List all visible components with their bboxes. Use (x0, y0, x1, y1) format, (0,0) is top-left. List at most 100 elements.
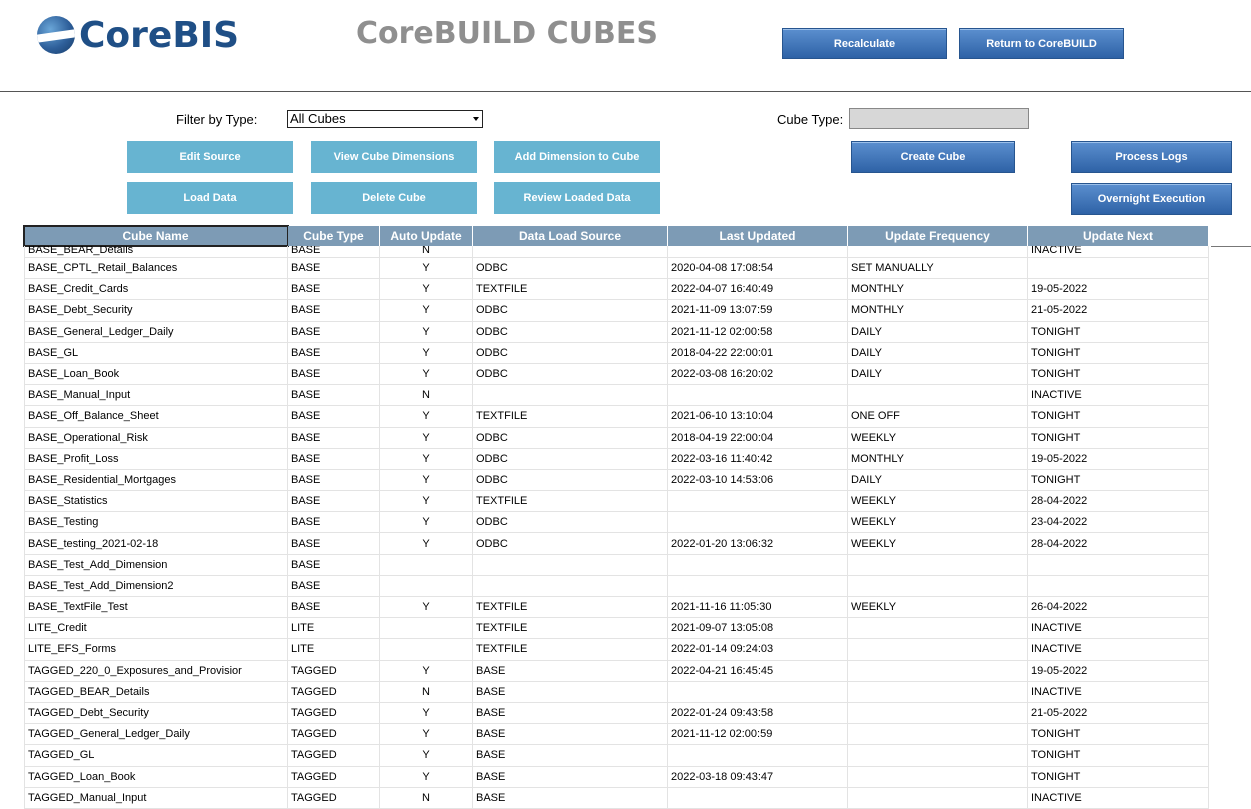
cell-auto-update: Y (380, 469, 473, 491)
cell-update-next: TONIGHT (1028, 766, 1209, 787)
delete-cube-button[interactable]: Delete Cube (311, 182, 477, 214)
add-dimension-button[interactable]: Add Dimension to Cube (494, 141, 660, 173)
logo-text: CoreBIS (79, 14, 240, 56)
cell-data-load-source: ODBC (473, 448, 668, 469)
cell-auto-update: Y (380, 512, 473, 533)
page-title: CoreBUILD CUBES (356, 16, 658, 51)
table-row[interactable]: BASE_Testing BASE Y ODBC WEEKLY 23-04-2022 (24, 512, 1209, 534)
table-row[interactable]: LITE_EFS_Forms LITE TEXTFILE 2022-01-14 09:… (24, 639, 1209, 661)
table-row[interactable]: TAGGED_Loan_Book TAGGED Y BASE 2022-03-18 09… (24, 766, 1209, 788)
cell-update-frequency: SET MANUALLY (848, 258, 1028, 279)
cell-cube-name: BASE_Debt_Security (24, 300, 288, 321)
cell-last-updated (668, 246, 848, 257)
table-row[interactable]: BASE_CPTL_Retail_Balances BASE Y ODBC 2020-0… (24, 258, 1209, 280)
table-row[interactable]: TAGGED_BEAR_Details TAGGED N BASE INACTIVE (24, 681, 1209, 703)
cell-update-next: INACTIVE (1028, 385, 1209, 406)
view-cube-dimensions-button[interactable]: View Cube Dimensions (311, 141, 477, 173)
table-row[interactable]: BASE_Test_Add_Dimension2 BASE (24, 575, 1209, 597)
table-row[interactable]: TAGGED_General_Ledger_Daily TAGGED Y BASE 20… (24, 724, 1209, 746)
column-header-update-frequency[interactable]: Update Frequency (848, 226, 1028, 246)
edit-source-button[interactable]: Edit Source (127, 141, 293, 173)
table-row[interactable]: BASE_Debt_Security BASE Y ODBC 2021-11-09 13… (24, 300, 1209, 322)
table-row[interactable]: BASE_Manual_Input BASE N INACTIVE (24, 385, 1209, 407)
cell-data-load-source: ODBC (473, 469, 668, 491)
table-row[interactable]: TAGGED_GL TAGGED Y BASE TONIGHT (24, 745, 1209, 767)
cell-cube-type: TAGGED (288, 724, 380, 745)
cell-auto-update: Y (380, 321, 473, 342)
column-header-update-next[interactable]: Update Next (1028, 226, 1209, 246)
create-cube-button[interactable]: Create Cube (851, 141, 1015, 173)
cell-last-updated: 2022-03-16 11:40:42 (668, 448, 848, 469)
cell-update-frequency (848, 639, 1028, 660)
column-header-last-updated[interactable]: Last Updated (668, 226, 848, 246)
review-loaded-data-button[interactable]: Review Loaded Data (494, 182, 660, 214)
table-row[interactable]: BASE_TextFile_Test BASE Y TEXTFILE 2021-11-1… (24, 597, 1209, 619)
cell-cube-type: BASE (288, 512, 380, 533)
cell-cube-name: BASE_Loan_Book (24, 363, 288, 385)
cell-data-load-source (473, 575, 668, 596)
cell-update-next: TONIGHT (1028, 321, 1209, 342)
cell-update-frequency: WEEKLY (848, 491, 1028, 512)
table-row[interactable]: BASE_Operational_Risk BASE Y ODBC 2018-04-19… (24, 427, 1209, 449)
filter-by-type-label: Filter by Type: (176, 112, 258, 127)
table-row[interactable]: TAGGED_Debt_Security TAGGED Y BASE 2022-01-2… (24, 702, 1209, 725)
table-row[interactable]: BASE_Profit_Loss BASE Y ODBC 2022-03-16 11:4… (24, 448, 1209, 470)
cell-cube-name: TAGGED_220_0_Exposures_and_Provisior (24, 660, 288, 681)
table-row[interactable]: TAGGED_220_0_Exposures_and_Provisior TAGG… (24, 660, 1209, 682)
table-row[interactable]: TAGGED_Manual_Input TAGGED N BASE INACTIVE (24, 787, 1209, 809)
cell-update-frequency: MONTHLY (848, 300, 1028, 321)
table-row[interactable]: BASE_Off_Balance_Sheet BASE Y TEXTFILE 2021-… (24, 406, 1209, 428)
column-header-cube-name[interactable]: Cube Name (23, 225, 289, 247)
recalculate-button[interactable]: Recalculate (782, 28, 947, 59)
column-header-data-load-source[interactable]: Data Load Source (473, 226, 668, 246)
cell-auto-update: Y (380, 406, 473, 427)
cell-cube-name: TAGGED_Manual_Input (24, 787, 288, 808)
load-data-button[interactable]: Load Data (127, 182, 293, 214)
table-row[interactable]: BASE_BEAR_Details BASE N INACTIVE (24, 246, 1209, 258)
table-row[interactable]: BASE_GL BASE Y ODBC 2018-04-22 22:00:01 DAILY… (24, 342, 1209, 364)
overnight-execution-button[interactable]: Overnight Execution (1071, 183, 1232, 215)
cell-update-next: TONIGHT (1028, 363, 1209, 385)
cell-update-frequency: DAILY (848, 321, 1028, 342)
table-row[interactable]: LITE_Credit LITE TEXTFILE 2021-09-07 13:05:… (24, 618, 1209, 640)
cell-data-load-source: TEXTFILE (473, 597, 668, 618)
return-to-corebuild-button[interactable]: Return to CoreBUILD (959, 28, 1124, 59)
table-row[interactable]: BASE_Statistics BASE Y TEXTFILE WEEKLY 28-04-… (24, 491, 1209, 513)
cell-cube-name: BASE_GL (24, 342, 288, 363)
cell-cube-name: BASE_testing_2021-02-18 (24, 533, 288, 554)
column-header-cube-type[interactable]: Cube Type (288, 226, 380, 246)
cell-cube-type: BASE (288, 448, 380, 469)
table-row[interactable]: BASE_General_Ledger_Daily BASE Y ODBC 2021-1… (24, 321, 1209, 343)
cell-update-next: INACTIVE (1028, 681, 1209, 702)
cell-last-updated: 2022-03-10 14:53:06 (668, 469, 848, 491)
cell-update-next: INACTIVE (1028, 618, 1209, 639)
cell-data-load-source: ODBC (473, 512, 668, 533)
cell-last-updated: 2021-11-12 02:00:58 (668, 321, 848, 342)
cell-auto-update: Y (380, 597, 473, 618)
table-row[interactable]: BASE_testing_2021-02-18 BASE Y ODBC 2022-01-… (24, 533, 1209, 555)
cell-last-updated (668, 385, 848, 406)
cell-cube-type: TAGGED (288, 745, 380, 766)
table-row[interactable]: BASE_Residential_Mortgages BASE Y ODBC 2022-… (24, 469, 1209, 492)
process-logs-button[interactable]: Process Logs (1071, 141, 1232, 173)
cell-data-load-source: ODBC (473, 300, 668, 321)
cell-last-updated (668, 554, 848, 575)
cell-update-next: INACTIVE (1028, 787, 1209, 808)
cell-auto-update: Y (380, 279, 473, 300)
cell-cube-type: BASE (288, 469, 380, 491)
cube-type-field[interactable] (849, 108, 1029, 129)
cell-cube-name: BASE_Residential_Mortgages (24, 469, 288, 491)
cell-update-next: TONIGHT (1028, 342, 1209, 363)
filter-by-type-select[interactable]: All Cubes (287, 110, 483, 128)
cell-cube-type: BASE (288, 279, 380, 300)
cell-cube-name: BASE_Operational_Risk (24, 427, 288, 448)
cell-data-load-source: ODBC (473, 427, 668, 448)
column-header-auto-update[interactable]: Auto Update (380, 226, 473, 246)
table-row[interactable]: BASE_Credit_Cards BASE Y TEXTFILE 2022-04-07… (24, 279, 1209, 301)
table-row[interactable]: BASE_Loan_Book BASE Y ODBC 2022-03-08 16:20:… (24, 363, 1209, 386)
cell-cube-type: BASE (288, 575, 380, 596)
cell-update-frequency (848, 745, 1028, 766)
cell-cube-type: BASE (288, 321, 380, 342)
cell-cube-type: TAGGED (288, 660, 380, 681)
table-row[interactable]: BASE_Test_Add_Dimension BASE (24, 554, 1209, 576)
